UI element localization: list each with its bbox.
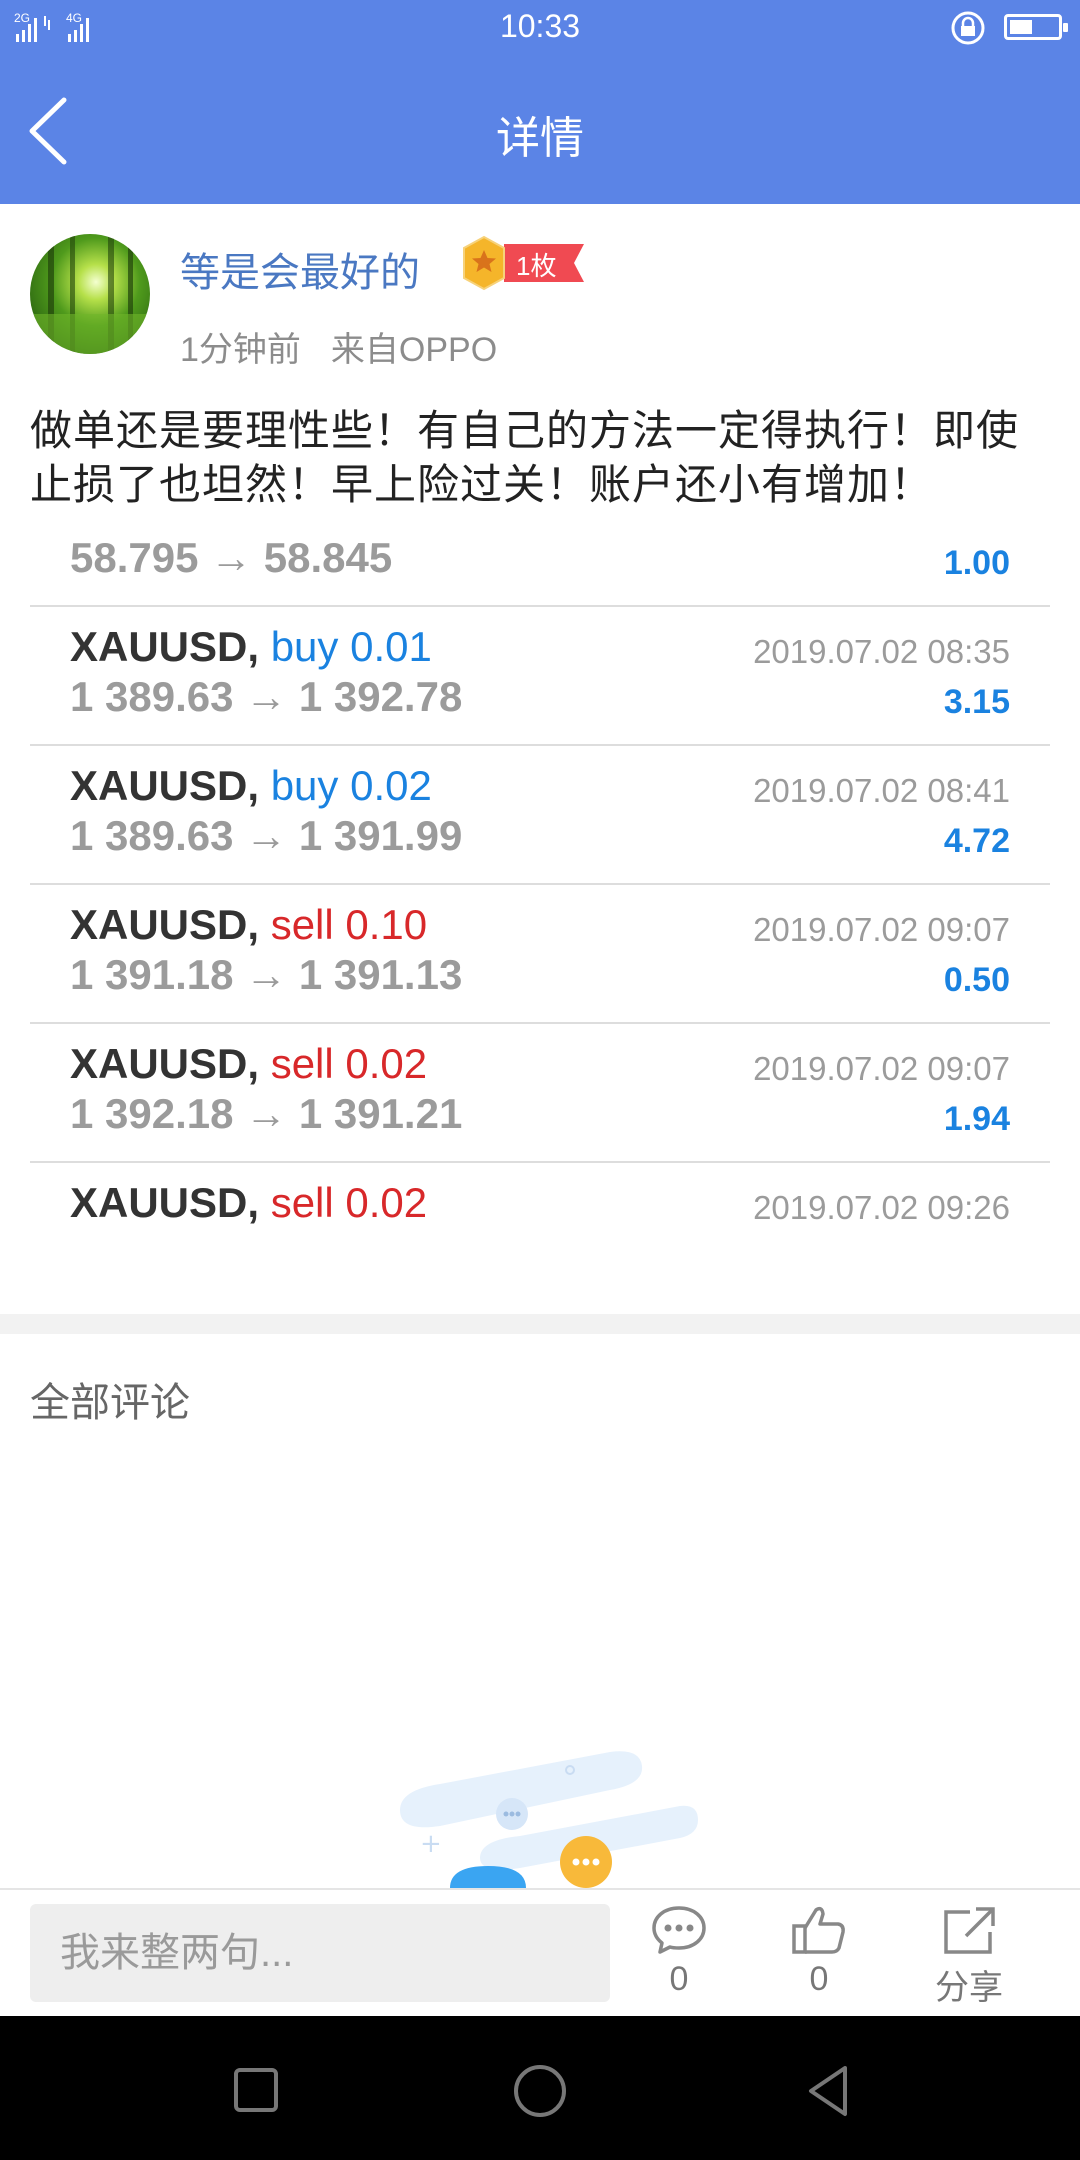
trade-prices: 1 389.63 → 1 391.99 (70, 812, 463, 859)
post-meta: 1分钟前 来自OPPO (180, 322, 497, 371)
trade-profit: 1.00 (943, 544, 1010, 582)
username[interactable]: 等是会最好的 (180, 240, 420, 298)
back-nav-icon[interactable] (795, 2056, 865, 2126)
svg-text:+: + (420, 1829, 442, 1859)
post-time: 1分钟前 (180, 331, 301, 369)
thumbs-up-icon (792, 1906, 845, 1954)
trade-symbol: XAUUSD, (70, 901, 260, 948)
share-label: 分享 (935, 1969, 1003, 2007)
trade-profit: 3.15 (943, 683, 1010, 721)
trade-profit: 4.72 (943, 822, 1010, 860)
trade-profit: 0.50 (943, 961, 1010, 999)
system-nav-bar (0, 2016, 1080, 2160)
comment-count: 0 (669, 1960, 689, 1998)
trade-title: XAUUSD, sell 0.10 (70, 901, 427, 949)
trade-title: XAUUSD, buy 0.01 (70, 623, 432, 671)
home-icon[interactable] (505, 2056, 575, 2126)
battery-icon (1004, 14, 1068, 40)
comment-bar: 我来整两句... 0 0 分享 (0, 1888, 1080, 2016)
trade-row[interactable]: XAUUSD, sell 0.10 2019.07.02 09:07 1 391.1… (30, 885, 1050, 1024)
trade-time: 2019.07.02 08:41 (753, 772, 1010, 809)
trade-side: buy 0.01 (270, 623, 432, 670)
trade-row[interactable]: XAUUSD, buy 0.02 2019.07.02 08:41 1 389.63… (30, 746, 1050, 885)
trade-title: XAUUSD, buy 0.02 (70, 762, 432, 810)
status-bar: 2G 4G 10:33 (0, 0, 1080, 56)
trade-row[interactable]: XAUUSD, sell 0.02 2019.07.02 09:07 1 392.1… (30, 1024, 1050, 1163)
trade-prices: 58.795 → 58.845 (70, 540, 393, 581)
trades-list[interactable]: 58.795 → 58.845 1.00 XAUUSD, buy 0.01 2019.… (30, 540, 1050, 1240)
trade-time: 2019.07.02 08:35 (753, 633, 1010, 670)
trade-side: sell 0.02 (270, 1040, 428, 1087)
trade-time: 2019.07.02 09:07 (753, 911, 1010, 948)
forest-image (30, 234, 150, 354)
trade-symbol: XAUUSD, (70, 762, 260, 809)
trade-prices: 1 389.63 → 1 392.78 (70, 673, 463, 720)
page-title: 详情 (496, 114, 584, 163)
status-time: 10:33 (499, 8, 581, 44)
comments-title: 全部评论 (30, 1381, 190, 1425)
avatar[interactable] (30, 234, 150, 354)
trade-time: 2019.07.02 09:26 (753, 1189, 1010, 1226)
like-button[interactable]: 0 (764, 1904, 874, 2008)
share-button[interactable]: 分享 (914, 1904, 1024, 2008)
trade-row[interactable]: XAUUSD, sell 0.02 2019.07.02 09:26 (30, 1163, 1050, 1240)
trade-prices: 1 392.18 → 1 391.21 (70, 1090, 463, 1137)
like-count: 0 (809, 1960, 829, 1998)
trade-profit: 1.94 (943, 1100, 1010, 1138)
trade-title: XAUUSD, sell 0.02 (70, 1179, 427, 1227)
comment-button[interactable]: 0 (624, 1904, 734, 2008)
trade-row[interactable]: 58.795 → 58.845 1.00 (30, 540, 1050, 607)
trade-side: buy 0.02 (270, 762, 432, 809)
post-text: 做单还是要理性些！有自己的方法一定得执行！即使止损了也坦然！早上险过关！账户还小… (30, 407, 1020, 508)
recent-apps-icon[interactable] (220, 2056, 290, 2126)
post-source: 来自OPPO (330, 331, 498, 369)
trade-prices: 1 391.18 → 1 391.13 (70, 951, 463, 998)
trade-time: 2019.07.02 09:07 (753, 1050, 1010, 1087)
trade-side: sell 0.10 (270, 901, 428, 948)
trade-title: XAUUSD, sell 0.02 (70, 1040, 427, 1088)
share-icon (944, 1907, 995, 1954)
trade-symbol: XAUUSD, (70, 1040, 260, 1087)
empty-comments-illustration: + (400, 1751, 698, 1888)
comment-input[interactable]: 我来整两句... (30, 1904, 610, 2002)
trade-symbol: XAUUSD, (70, 1179, 260, 1226)
trade-row[interactable]: XAUUSD, buy 0.01 2019.07.02 08:35 1 389.63… (30, 607, 1050, 746)
top-app-bar: 2G 4G 10:33 详情 (0, 0, 1080, 204)
trade-side: sell 0.02 (270, 1179, 428, 1226)
comment-icon (652, 1906, 706, 1954)
rotation-lock-icon (951, 11, 985, 45)
section-divider (0, 1314, 1080, 1334)
badge-count: 1枚 (516, 251, 557, 281)
header: 详情 (0, 56, 1080, 204)
trade-symbol: XAUUSD, (70, 623, 260, 670)
